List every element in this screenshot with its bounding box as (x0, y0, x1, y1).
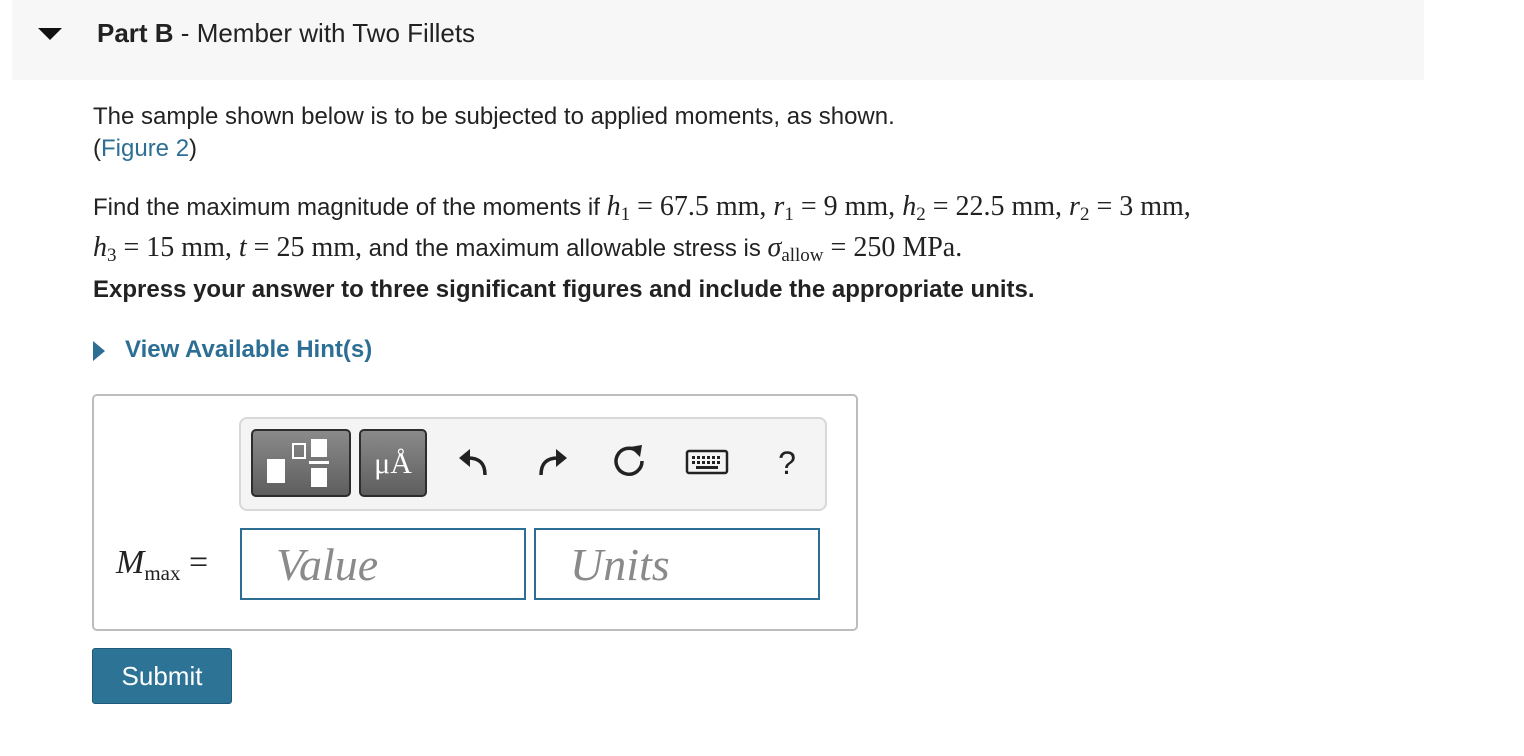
problem-statement: Find the maximum magnitude of the moment… (93, 190, 1191, 272)
intro-text: The sample shown below is to be subjecte… (93, 101, 895, 165)
figure-reference: (Figure 2) (93, 135, 198, 162)
part-separator: - (173, 18, 197, 48)
value-input[interactable] (240, 528, 526, 600)
intro-sentence: The sample shown below is to be subjecte… (93, 103, 895, 130)
answer-box: μÅ ? Mmax = (92, 394, 858, 631)
part-label: Part B (97, 18, 174, 48)
help-button[interactable]: ? (767, 445, 807, 485)
units-button[interactable]: μÅ (359, 429, 427, 497)
sigma-allow-value: σallow = 250 MPa. (767, 232, 963, 266)
units-input[interactable] (534, 528, 820, 600)
answer-instruction: Express your answer to three significant… (93, 276, 1035, 303)
problem-line-1: Find the maximum magnitude of the moment… (93, 191, 1191, 225)
caret-right-icon (93, 341, 105, 361)
h1-value: h1 = 67.5 mm, r1 = 9 mm, h2 = 22.5 mm, r… (606, 191, 1191, 225)
part-name: Member with Two Fillets (196, 18, 476, 48)
figure-2-link[interactable]: Figure 2 (101, 135, 189, 162)
keyboard-icon[interactable] (685, 441, 729, 481)
fraction-templates-icon (267, 439, 329, 487)
h3-t-values: h3 = 15 mm, t = 25 mm, (93, 232, 362, 266)
undo-icon[interactable] (455, 441, 495, 481)
problem-line-2: h3 = 15 mm, t = 25 mm, and the maximum a… (93, 232, 963, 266)
redo-icon[interactable] (531, 441, 571, 481)
part-title[interactable]: Part B - Member with Two Fillets (97, 18, 475, 49)
answer-lhs: Mmax = (116, 544, 209, 585)
collapse-caret-icon[interactable] (38, 28, 62, 40)
reset-icon[interactable] (609, 441, 649, 481)
view-hints-label: View Available Hint(s) (125, 336, 373, 363)
units-button-label: μÅ (374, 447, 412, 480)
submit-button[interactable]: Submit (92, 648, 232, 704)
templates-button[interactable] (251, 429, 351, 497)
math-toolbar: μÅ ? (239, 417, 827, 511)
